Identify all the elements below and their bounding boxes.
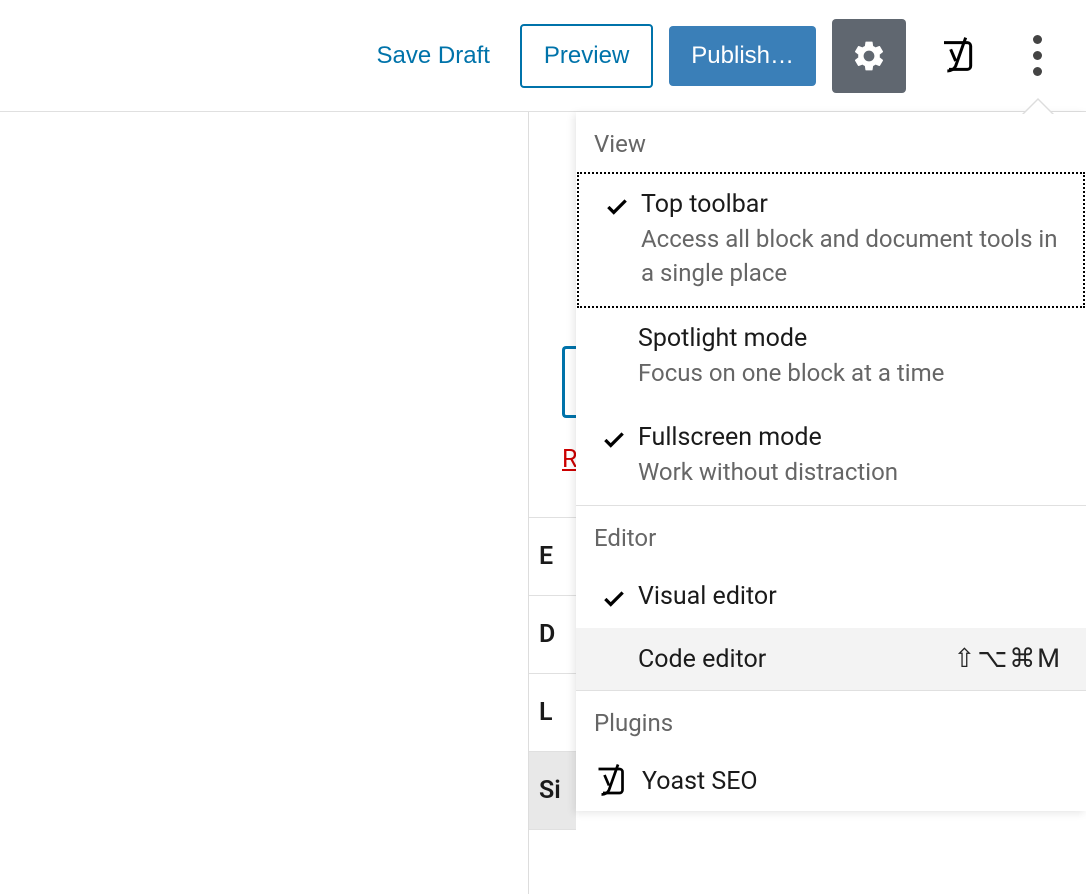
check-icon: [601, 427, 627, 453]
keyboard-shortcut: ⇧⌥⌘M: [954, 644, 1062, 674]
sidebar-row[interactable]: L: [529, 674, 576, 752]
menu-item-title: Fullscreen mode: [638, 423, 1068, 452]
menu-item-code-editor[interactable]: Code editor ⇧⌥⌘M: [576, 628, 1086, 690]
menu-item-desc: Work without distraction: [638, 456, 1068, 490]
menu-item-desc: Access all block and document tools in a…: [641, 223, 1065, 290]
menu-item-visual-editor[interactable]: Visual editor: [576, 566, 1086, 628]
yoast-icon: [594, 763, 630, 799]
sidebar-row[interactable]: Si: [529, 752, 576, 830]
menu-item-desc: Focus on one block at a time: [638, 357, 1068, 391]
editor-toolbar: Save Draft Preview Publish…: [0, 0, 1086, 112]
sidebar-row[interactable]: D: [529, 596, 576, 674]
yoast-icon: [939, 36, 979, 76]
partial-input-outline: [562, 346, 576, 418]
view-section-header: View: [576, 112, 1086, 172]
menu-item-title: Visual editor: [638, 582, 1068, 611]
plugins-section-header: Plugins: [576, 691, 1086, 751]
menu-item-top-toolbar[interactable]: Top toolbar Access all block and documen…: [577, 172, 1085, 308]
menu-item-title: Top toolbar: [641, 190, 1065, 219]
menu-item-title: Yoast SEO: [642, 767, 758, 796]
more-options-button[interactable]: [1012, 19, 1062, 93]
editor-section-header: Editor: [576, 506, 1086, 566]
menu-item-yoast-seo[interactable]: Yoast SEO: [576, 751, 1086, 811]
more-options-dropdown: View Top toolbar Access all block and do…: [576, 112, 1086, 811]
save-draft-button[interactable]: Save Draft: [363, 26, 504, 86]
dropdown-caret: [1024, 100, 1052, 114]
more-icon: [1033, 35, 1042, 76]
menu-item-title: Spotlight mode: [638, 324, 1068, 353]
preview-button[interactable]: Preview: [520, 24, 653, 88]
settings-sidebar: E D L Si: [528, 112, 576, 894]
sidebar-row[interactable]: E: [529, 518, 576, 596]
settings-button[interactable]: [832, 19, 906, 93]
menu-item-spotlight[interactable]: Spotlight mode Focus on one block at a t…: [576, 308, 1086, 407]
publish-button[interactable]: Publish…: [669, 26, 816, 86]
check-icon: [601, 586, 627, 612]
menu-item-fullscreen[interactable]: Fullscreen mode Work without distraction: [576, 407, 1086, 506]
yoast-button[interactable]: [922, 19, 996, 93]
menu-item-title: Code editor: [638, 645, 766, 674]
check-icon: [604, 194, 630, 220]
gear-icon: [851, 38, 887, 74]
